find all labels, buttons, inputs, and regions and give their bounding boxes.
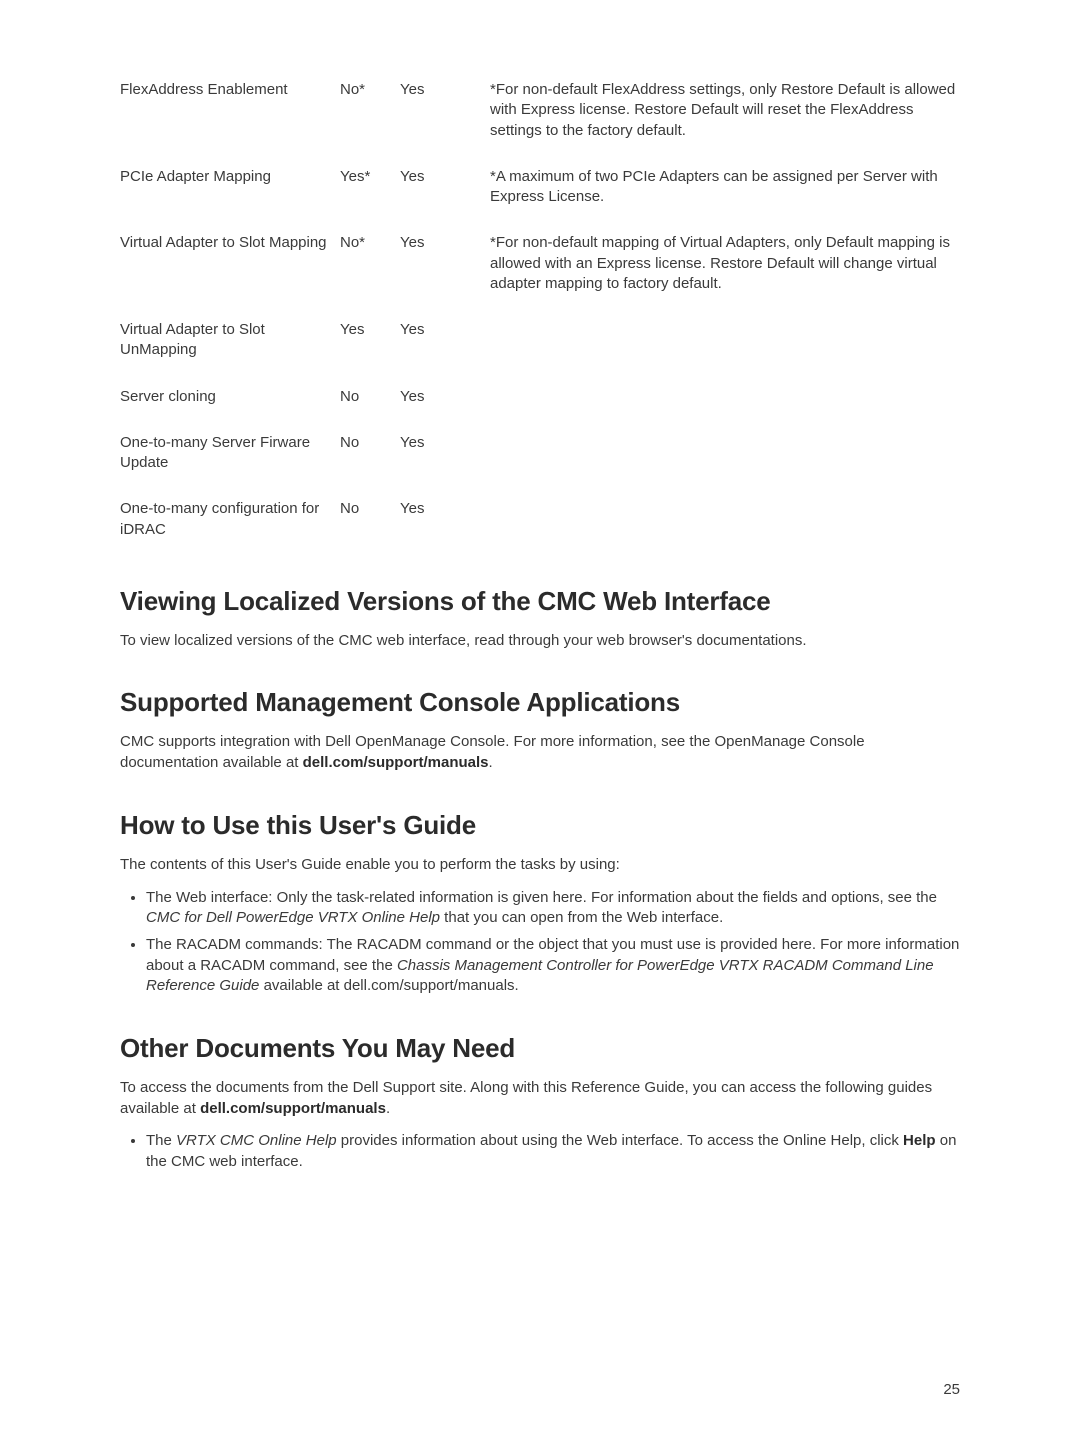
heading-localized: Viewing Localized Versions of the CMC We… bbox=[120, 586, 960, 617]
table-row: One-to-many configuration for iDRAC No Y… bbox=[120, 499, 960, 540]
cell-note: *A maximum of two PCIe Adapters can be a… bbox=[480, 167, 960, 208]
body-localized: To view localized versions of the CMC we… bbox=[120, 631, 960, 652]
text-fragment: The bbox=[146, 1132, 176, 1149]
text-bold: Help bbox=[903, 1132, 936, 1149]
cell-express: Yes bbox=[340, 320, 400, 361]
heading-management: Supported Management Console Application… bbox=[120, 687, 960, 718]
text-bold: dell.com/support/manuals bbox=[200, 1100, 386, 1117]
text-fragment: available at dell.com/support/manuals. bbox=[259, 977, 518, 994]
cell-express: Yes* bbox=[340, 167, 400, 208]
cell-express: No bbox=[340, 499, 400, 540]
text-italic: VRTX CMC Online Help bbox=[176, 1132, 337, 1149]
list-item: The RACADM commands: The RACADM command … bbox=[146, 935, 960, 997]
table-row: PCIe Adapter Mapping Yes* Yes *A maximum… bbox=[120, 167, 960, 208]
text-howto-intro: The contents of this User's Guide enable… bbox=[120, 855, 960, 876]
body-howto: The contents of this User's Guide enable… bbox=[120, 855, 960, 997]
text-bold: dell.com/support/manuals bbox=[303, 754, 489, 771]
cell-enterprise: Yes bbox=[400, 167, 480, 208]
list-item: The VRTX CMC Online Help provides inform… bbox=[146, 1131, 960, 1172]
table-row: Server cloning No Yes bbox=[120, 387, 960, 407]
text-fragment: The Web interface: Only the task-related… bbox=[146, 889, 937, 906]
text-fragment: . bbox=[386, 1100, 390, 1117]
page-number: 25 bbox=[943, 1381, 960, 1398]
text-fragment: provides information about using the Web… bbox=[337, 1132, 903, 1149]
table-row: One-to-many Server Firware Update No Yes bbox=[120, 433, 960, 474]
text-localized: To view localized versions of the CMC we… bbox=[120, 631, 960, 652]
cell-enterprise: Yes bbox=[400, 499, 480, 540]
cell-enterprise: Yes bbox=[400, 80, 480, 141]
cell-feature: One-to-many configuration for iDRAC bbox=[120, 499, 340, 540]
cell-note: *For non-default mapping of Virtual Adap… bbox=[480, 233, 960, 294]
text-fragment: . bbox=[489, 754, 493, 771]
text-italic: CMC for Dell PowerEdge VRTX Online Help bbox=[146, 909, 440, 926]
heading-howto: How to Use this User's Guide bbox=[120, 810, 960, 841]
text-other-intro: To access the documents from the Dell Su… bbox=[120, 1078, 960, 1119]
cell-express: No* bbox=[340, 233, 400, 294]
bullet-list-other: The VRTX CMC Online Help provides inform… bbox=[120, 1131, 960, 1172]
cell-feature: One-to-many Server Firware Update bbox=[120, 433, 340, 474]
cell-feature: Virtual Adapter to Slot UnMapping bbox=[120, 320, 340, 361]
list-item: The Web interface: Only the task-related… bbox=[146, 888, 960, 929]
table-row: Virtual Adapter to Slot Mapping No* Yes … bbox=[120, 233, 960, 294]
body-other: To access the documents from the Dell Su… bbox=[120, 1078, 960, 1173]
cell-feature: Server cloning bbox=[120, 387, 340, 407]
cell-enterprise: Yes bbox=[400, 387, 480, 407]
cell-feature: PCIe Adapter Mapping bbox=[120, 167, 340, 208]
cell-note bbox=[480, 320, 960, 361]
table-row: FlexAddress Enablement No* Yes *For non-… bbox=[120, 80, 960, 141]
bullet-list-howto: The Web interface: Only the task-related… bbox=[120, 888, 960, 997]
cell-enterprise: Yes bbox=[400, 233, 480, 294]
cell-note bbox=[480, 433, 960, 474]
text-fragment: that you can open from the Web interface… bbox=[440, 909, 723, 926]
table-row: Virtual Adapter to Slot UnMapping Yes Ye… bbox=[120, 320, 960, 361]
text-management: CMC supports integration with Dell OpenM… bbox=[120, 732, 960, 773]
cell-feature: FlexAddress Enablement bbox=[120, 80, 340, 141]
cell-note: *For non-default FlexAddress settings, o… bbox=[480, 80, 960, 141]
cell-express: No* bbox=[340, 80, 400, 141]
feature-table: FlexAddress Enablement No* Yes *For non-… bbox=[120, 80, 960, 540]
cell-enterprise: Yes bbox=[400, 433, 480, 474]
heading-other: Other Documents You May Need bbox=[120, 1033, 960, 1064]
cell-feature: Virtual Adapter to Slot Mapping bbox=[120, 233, 340, 294]
body-management: CMC supports integration with Dell OpenM… bbox=[120, 732, 960, 773]
cell-note bbox=[480, 499, 960, 540]
cell-enterprise: Yes bbox=[400, 320, 480, 361]
cell-express: No bbox=[340, 433, 400, 474]
cell-express: No bbox=[340, 387, 400, 407]
cell-note bbox=[480, 387, 960, 407]
